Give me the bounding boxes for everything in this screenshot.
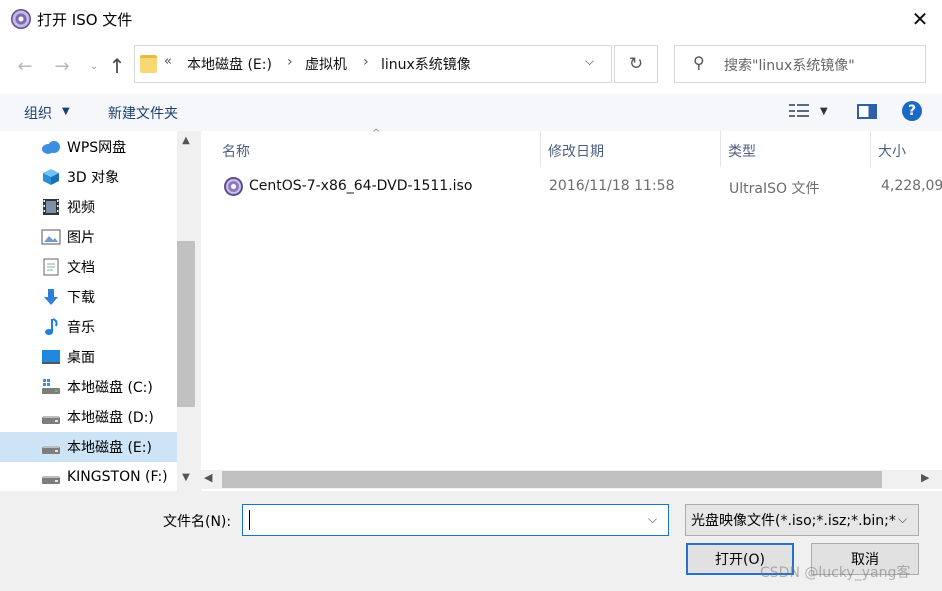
nav-item-drive-c[interactable]: 本地磁盘 (C:) xyxy=(0,372,178,402)
search-icon: ⚲ xyxy=(693,53,705,72)
nav-item-label: 本地磁盘 (D:) xyxy=(67,410,154,426)
filename-history-chevron-icon[interactable]: ⌵ xyxy=(648,512,657,527)
column-header-type[interactable]: 类型 xyxy=(728,141,756,161)
music-note-icon xyxy=(41,318,61,336)
nav-item-wps-cloud[interactable]: WPS网盘 xyxy=(0,132,178,162)
title-bar xyxy=(0,0,942,38)
column-header-size[interactable]: 大小 xyxy=(878,141,906,161)
file-name[interactable]: CentOS-7-x86_64-DVD-1511.iso xyxy=(249,178,472,194)
organize-caret-icon[interactable]: ▼ xyxy=(62,106,70,117)
nav-item-label: 视频 xyxy=(67,200,95,216)
nav-item-label: 本地磁盘 (C:) xyxy=(67,380,153,396)
nav-item-videos[interactable]: 视频 xyxy=(0,192,178,222)
nav-item-music[interactable]: 音乐 xyxy=(0,312,178,342)
up-arrow-icon[interactable]: ↑ xyxy=(105,54,129,78)
breadcrumb-separator-icon[interactable]: › xyxy=(363,54,369,70)
search-placeholder: 搜索"linux系统镜像" xyxy=(724,58,855,74)
document-icon xyxy=(41,258,61,276)
nav-item-3d-objects[interactable]: 3D 对象 xyxy=(0,162,178,192)
cloud-icon xyxy=(41,138,61,156)
folder-icon xyxy=(140,55,157,73)
breadcrumb-drive-e[interactable]: 本地磁盘 (E:) xyxy=(187,54,272,74)
column-divider[interactable] xyxy=(540,131,541,167)
download-arrow-icon xyxy=(41,288,61,306)
file-type-filter-select[interactable]: 光盘映像文件(*.iso;*.isz;*.bin;* xyxy=(685,504,919,536)
drive-icon xyxy=(41,408,61,426)
scroll-up-arrow-icon[interactable]: ▲ xyxy=(177,135,195,146)
close-button[interactable]: ✕ xyxy=(898,0,942,38)
horizontal-scrollbar-thumb[interactable] xyxy=(222,471,882,488)
back-arrow-icon[interactable]: ← xyxy=(13,54,37,78)
filename-label: 文件名(N): xyxy=(163,514,232,530)
nav-item-desktop[interactable]: 桌面 xyxy=(0,342,178,372)
view-details-icon[interactable] xyxy=(789,103,809,118)
nav-item-label: WPS网盘 xyxy=(67,140,127,156)
breadcrumb-vm-folder[interactable]: 虚拟机 xyxy=(305,54,347,74)
nav-scrollbar-thumb[interactable] xyxy=(177,241,195,407)
usb-drive-icon xyxy=(41,468,61,486)
nav-item-label: 下载 xyxy=(67,290,95,306)
refresh-icon: ↻ xyxy=(628,54,644,74)
file-type-filter-value: 光盘映像文件(*.iso;*.isz;*.bin;* xyxy=(691,513,896,529)
nav-item-pictures[interactable]: 图片 xyxy=(0,222,178,252)
scroll-right-arrow-icon[interactable]: ▶ xyxy=(921,471,929,484)
refresh-button[interactable]: ↻ xyxy=(614,45,658,83)
sort-ascending-icon: ^ xyxy=(372,128,381,139)
nav-item-downloads[interactable]: 下载 xyxy=(0,282,178,312)
nav-item-drive-d[interactable]: 本地磁盘 (D:) xyxy=(0,402,178,432)
drive-icon xyxy=(41,378,61,396)
column-divider[interactable] xyxy=(720,131,721,167)
nav-item-label: 3D 对象 xyxy=(67,170,120,186)
nav-item-label: KINGSTON (F:) xyxy=(67,469,168,485)
view-options-caret-icon[interactable]: ▼ xyxy=(820,106,828,117)
new-folder-button[interactable]: 新建文件夹 xyxy=(108,103,178,123)
address-dropdown-chevron-icon[interactable]: ⌵ xyxy=(585,54,605,69)
file-type: UltraISO 文件 xyxy=(729,181,820,197)
help-icon[interactable]: ? xyxy=(902,101,922,121)
film-icon xyxy=(41,198,61,216)
file-size: 4,228,09 xyxy=(881,178,942,194)
window-title: 打开 ISO 文件 xyxy=(37,11,133,29)
nav-item-drive-e[interactable]: 本地磁盘 (E:) xyxy=(0,432,178,462)
iso-disc-icon xyxy=(224,177,243,196)
watermark-text: CSDN @lucky_yang客 xyxy=(760,565,911,581)
scroll-down-arrow-icon[interactable]: ▼ xyxy=(177,472,195,483)
nav-item-label: 本地磁盘 (E:) xyxy=(67,440,152,456)
forward-arrow-icon[interactable]: → xyxy=(50,54,74,78)
filter-dropdown-chevron-icon[interactable]: ⌵ xyxy=(898,512,907,527)
nav-item-label: 音乐 xyxy=(67,320,95,336)
breadcrumb-linux-images-folder[interactable]: linux系统镜像 xyxy=(381,54,471,74)
disc-app-icon xyxy=(11,9,31,29)
desktop-icon xyxy=(41,348,61,366)
preview-pane-icon[interactable] xyxy=(857,104,877,119)
drive-icon xyxy=(41,438,61,456)
nav-item-kingston-f[interactable]: KINGSTON (F:) xyxy=(0,462,178,492)
breadcrumb-separator-icon[interactable]: › xyxy=(287,54,293,70)
filename-input[interactable] xyxy=(242,504,669,536)
column-divider[interactable] xyxy=(870,131,871,167)
nav-item-label: 文档 xyxy=(67,260,95,276)
nav-item-documents[interactable]: 文档 xyxy=(0,252,178,282)
column-header-date-modified[interactable]: 修改日期 xyxy=(548,141,604,161)
column-header-name[interactable]: 名称 xyxy=(222,141,250,161)
picture-icon xyxy=(41,228,61,246)
nav-item-label: 图片 xyxy=(67,230,95,246)
breadcrumb-overflow-icon[interactable]: « xyxy=(164,54,172,69)
file-date-modified: 2016/11/18 11:58 xyxy=(549,178,675,194)
cube-icon xyxy=(41,168,61,186)
scroll-left-arrow-icon[interactable]: ◀ xyxy=(204,471,212,484)
organize-button[interactable]: 组织 xyxy=(24,103,52,123)
text-cursor xyxy=(249,510,250,530)
nav-item-label: 桌面 xyxy=(67,350,95,366)
recent-locations-chevron-icon[interactable]: ⌄ xyxy=(82,54,106,78)
